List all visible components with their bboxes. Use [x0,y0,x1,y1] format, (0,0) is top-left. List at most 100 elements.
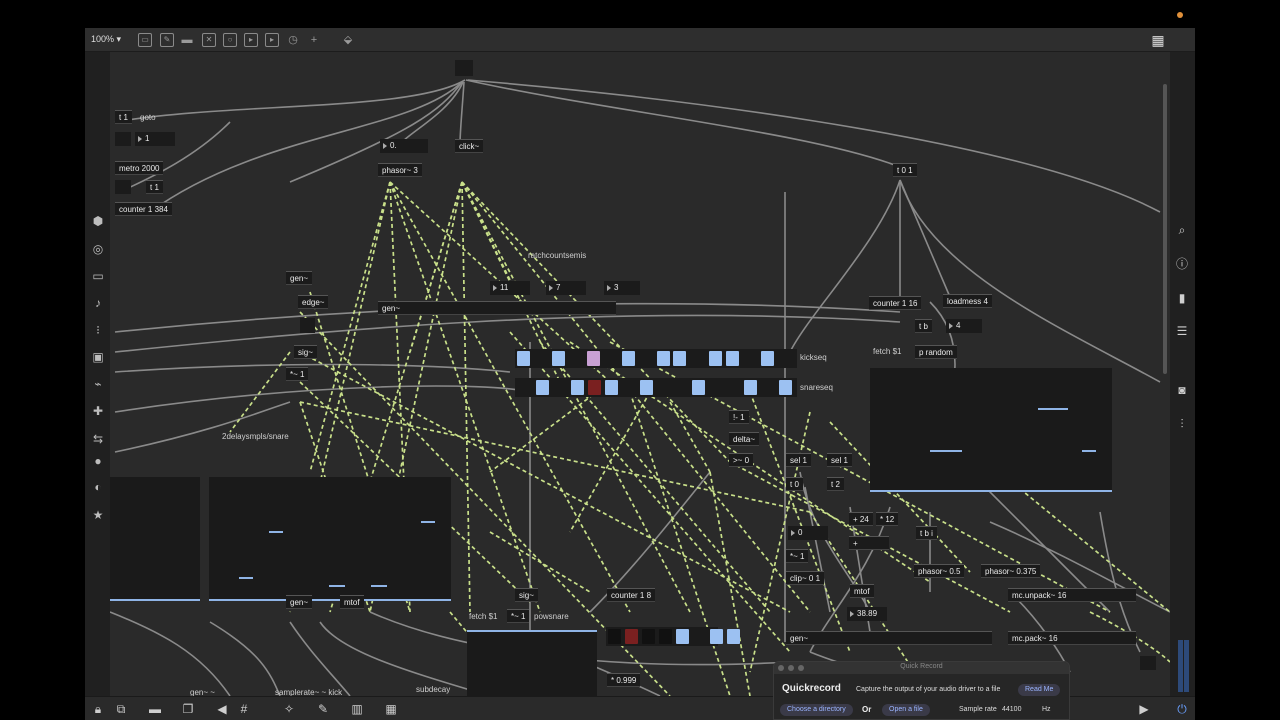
keyboard-icon[interactable]: ▥ [350,702,364,716]
sig-object-2[interactable]: sig~ [515,588,538,602]
record-icon[interactable]: ● [91,454,105,468]
open-file-button[interactable]: Open a file [882,704,930,716]
star-icon[interactable]: ★ [91,508,105,522]
choose-directory-button[interactable]: Choose a directory [780,704,853,716]
times-12-object[interactable]: * 12 [876,512,899,526]
trigger-01-object[interactable]: t 0 1 [893,163,917,177]
toggle-box[interactable] [115,132,131,146]
sequencer-cell[interactable] [744,380,757,395]
sequencer-cell[interactable] [536,380,549,395]
lock-icon[interactable]: 🔒︎ [91,702,105,716]
grid-icon[interactable]: ▦ [1151,33,1165,47]
sequencer-icon[interactable]: ⁝ [91,323,105,337]
delta-object[interactable]: delta~ [729,432,760,446]
sequencer-cell[interactable] [779,380,792,395]
counter-384-object[interactable]: counter 1 384 [115,202,172,216]
wand-icon[interactable]: ✧ [282,702,296,716]
comment-icon[interactable]: ▬ [180,33,194,47]
sel-object-1[interactable]: sel 1 [786,453,811,467]
snare-display[interactable] [467,630,597,696]
patch-canvas[interactable]: t 1 goto 1 metro 2000 t 1 counter 1 384 … [110,52,1170,696]
mc-unpack-object[interactable]: mc.unpack~ 16 [1008,588,1136,602]
number-box-11[interactable]: 11 [490,281,530,295]
sequencer-cell[interactable] [659,629,672,644]
trigger-2-object[interactable]: t 2 [827,477,844,491]
image-icon[interactable]: ▣ [91,350,105,364]
sequencer-cell[interactable] [676,629,689,644]
read-me-button[interactable]: Read Me [1018,684,1061,696]
mixer-icon[interactable]: ⫶ [1175,417,1189,431]
snare-sequencer[interactable] [515,378,797,397]
target-icon[interactable]: ◎ [91,242,105,256]
multiply-object-3[interactable]: *~ 1 [507,609,530,623]
book-icon[interactable]: ▮ [1175,291,1189,305]
patcher-icon[interactable]: ▭ [138,33,152,47]
clip-object[interactable]: clip~ 0 1 [786,571,825,585]
number-box-1[interactable]: 1 [135,132,175,146]
add-icon[interactable]: + [307,33,321,47]
edge-bang[interactable] [300,318,315,333]
sequencer-cell[interactable] [552,351,565,366]
link-icon[interactable]: ⌁ [91,377,105,391]
gen-main-object[interactable]: gen~ [378,301,616,315]
trigger-bi-object[interactable]: t b i [916,526,937,540]
sequencer-cell[interactable] [642,629,655,644]
sequencer-cell[interactable] [625,629,638,644]
number-box-3[interactable]: 3 [604,281,640,295]
trigger-object-2[interactable]: t 1 [146,180,163,194]
greater-than-object[interactable]: >~ 0 [729,453,754,467]
trigger-object[interactable]: t 1 [115,110,132,124]
mc-pack-object[interactable]: mc.pack~ 16 [1008,631,1136,645]
wrench-icon[interactable]: ✎ [316,702,330,716]
multiply-object-2[interactable]: *~ 1 [786,549,809,563]
sequencer-cell[interactable] [727,629,740,644]
float-number-box[interactable]: 0. [380,139,428,153]
sequencer-cell[interactable] [673,351,686,366]
slider-icon[interactable]: ▸ [244,33,258,47]
mtof-object-1[interactable]: mtof [850,584,874,598]
plugin-icon[interactable]: ✚ [91,404,105,418]
p-random-object[interactable]: p random [915,345,957,359]
multislider-display[interactable] [870,368,1112,492]
reverse-icon[interactable]: ◐ [91,480,105,494]
sequencer-cell[interactable] [709,351,722,366]
info-icon[interactable]: ⓘ [1175,257,1189,271]
new-patcher-icon[interactable]: ⧉ [114,702,128,716]
gen-object-3[interactable]: gen~ [786,631,992,645]
sequencer-cell[interactable] [571,380,584,395]
number-box-3889[interactable]: 38.89 [847,607,887,621]
plus-object[interactable]: + [849,536,889,550]
sequencer-cell[interactable] [517,351,530,366]
play-icon[interactable]: ▶ [1137,702,1151,716]
controller-icon[interactable]: ⇆ [91,432,105,446]
waveform-display[interactable] [209,477,451,601]
plus-24-object[interactable]: + 24 [849,512,873,526]
sequencer-cell[interactable] [640,380,653,395]
number-box-0[interactable]: 0 [788,526,828,540]
trigger-bang-object[interactable]: t b [915,319,932,333]
mc-icon[interactable]: ▦ [384,702,398,716]
times-0999-object[interactable]: * 0.999 [607,673,641,687]
multiply-object-1[interactable]: *~ 1 [286,367,309,381]
waveform-display-left[interactable] [110,477,200,601]
packages-icon[interactable]: ⬢ [91,214,105,228]
number-box-4[interactable]: 4 [946,319,982,333]
bang-icon[interactable]: ○ [223,33,237,47]
output-bang[interactable] [1140,656,1156,670]
phasor-0375-object[interactable]: phasor~ 0.375 [981,564,1041,578]
windows-icon[interactable]: ❐ [181,702,195,716]
gen-object-1[interactable]: gen~ [286,271,313,285]
dial-icon[interactable]: ◷ [286,33,300,47]
trigger-0-object[interactable]: t 0 [786,477,803,491]
sequencer-cell[interactable] [710,629,723,644]
edge-object[interactable]: edge~ [298,295,329,309]
number-box-7[interactable]: 7 [546,281,586,295]
sequencer-cell[interactable] [622,351,635,366]
mtof-object-2[interactable]: mtof [340,595,364,609]
not-object[interactable]: !- 1 [729,410,749,424]
sel-object-2[interactable]: sel 1 [827,453,852,467]
metro-object[interactable]: metro 2000 [115,161,164,175]
number-icon[interactable]: ▸ [265,33,279,47]
loadmess-object[interactable]: loadmess 4 [943,294,992,308]
sequencer-cell[interactable] [587,351,600,366]
